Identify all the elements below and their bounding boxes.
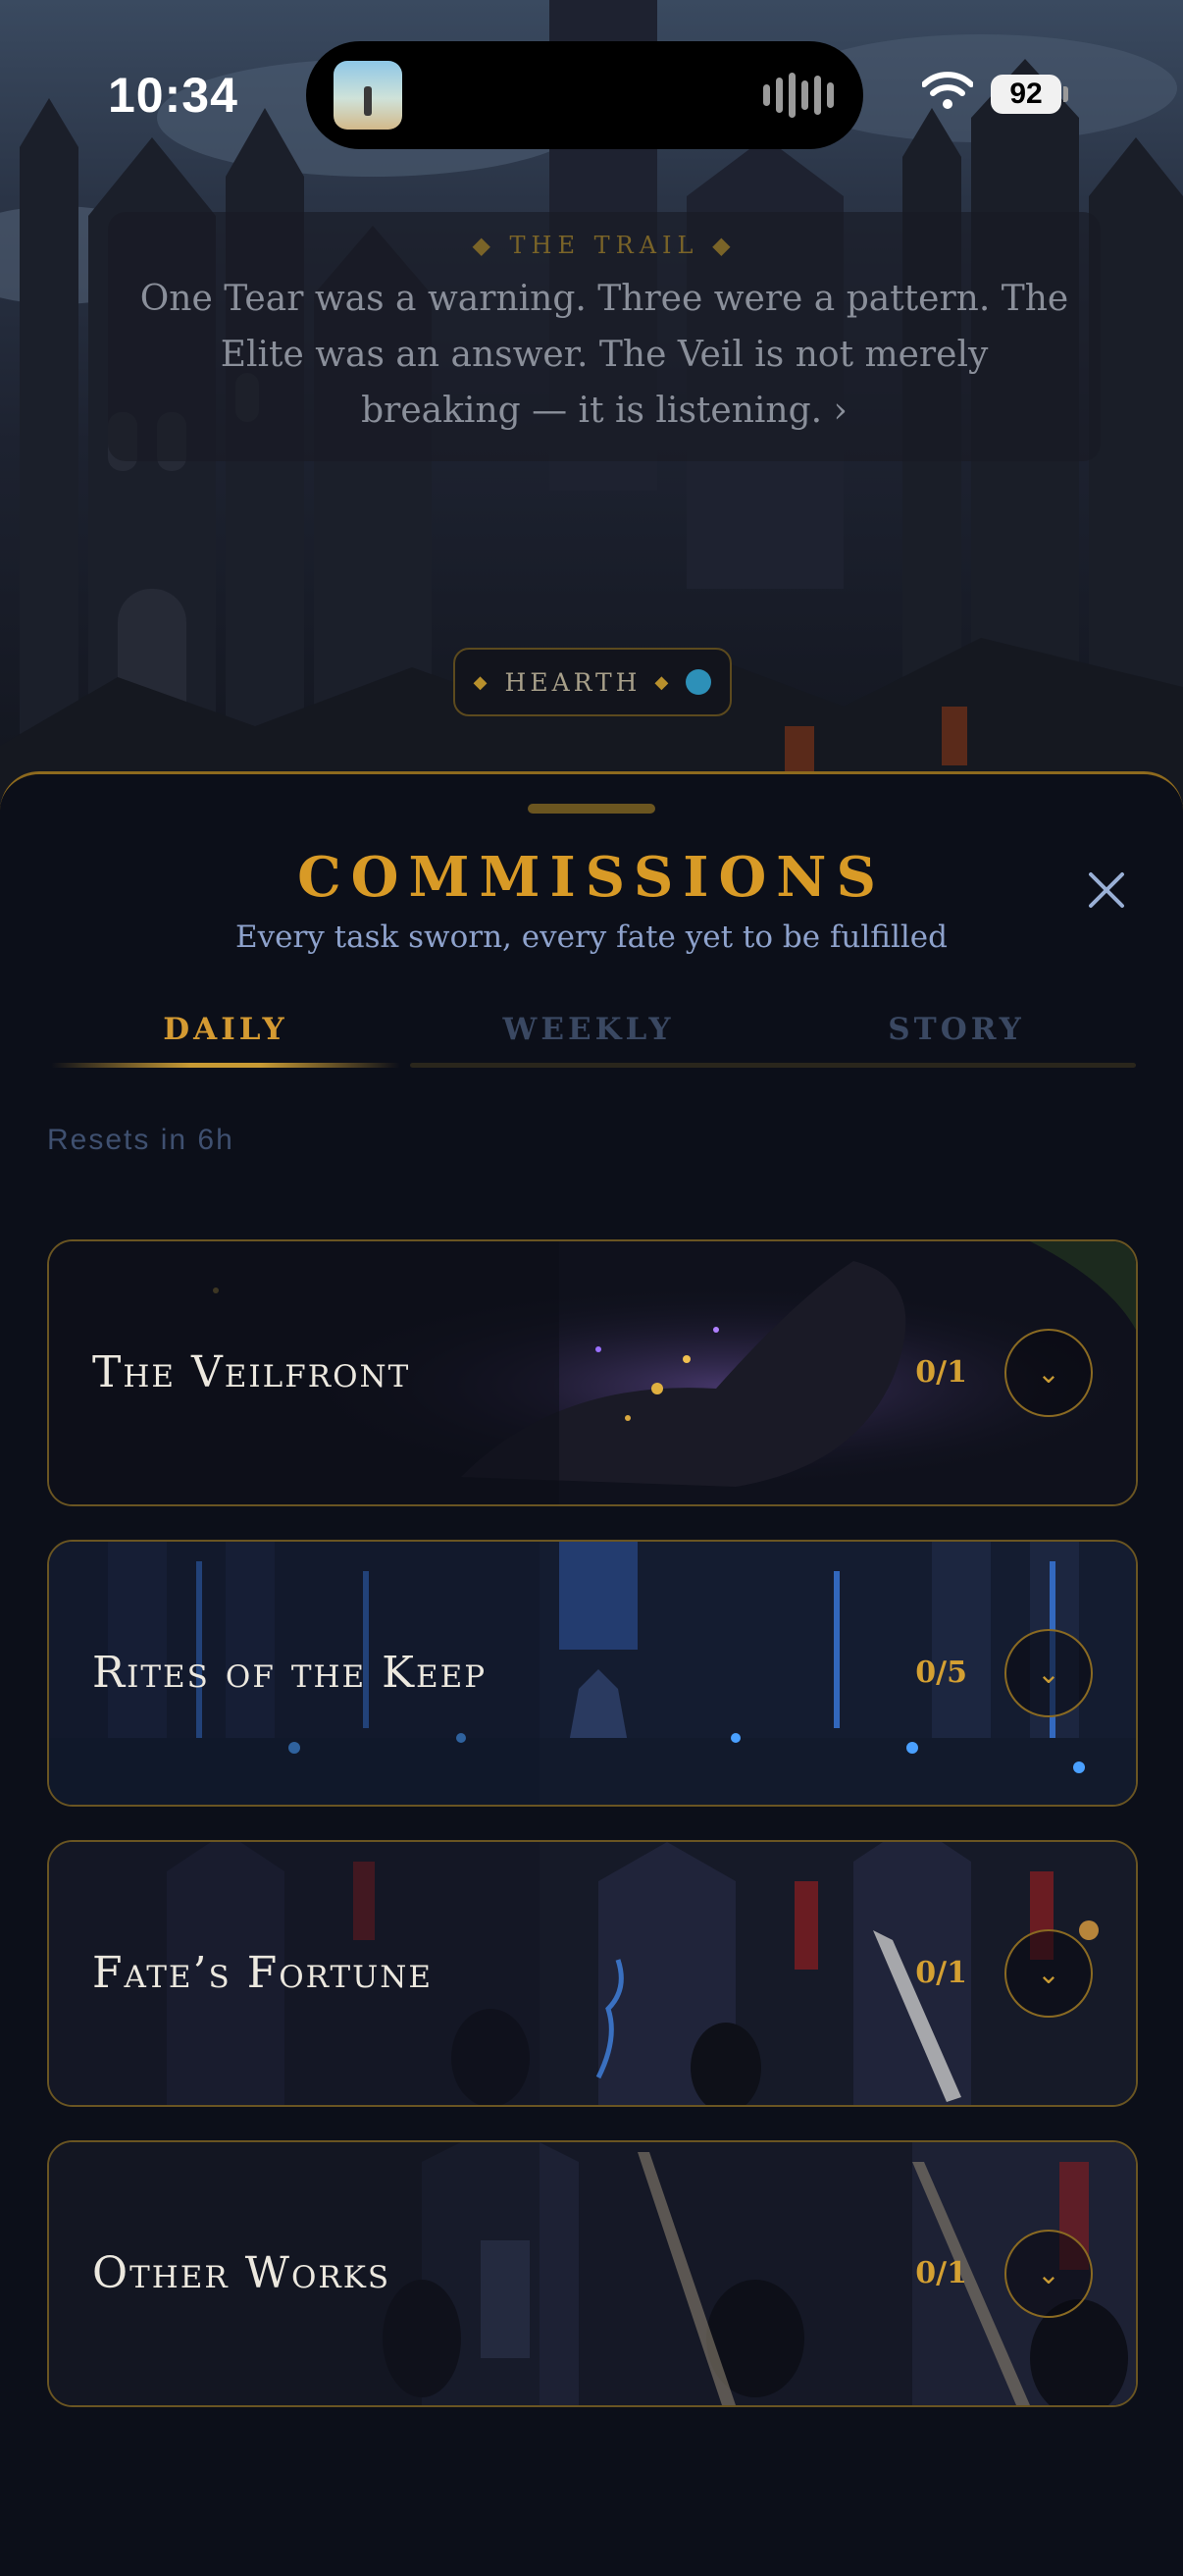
card-title: Rites of the Keep <box>92 1648 488 1698</box>
tab-story[interactable]: STORY <box>777 1000 1136 1059</box>
trail-text: One Tear was a warning. Three were a pat… <box>139 279 1069 431</box>
card-title: The Veilfront <box>92 1347 411 1397</box>
commission-card-veilfront[interactable]: The Veilfront 0/1 ⌄ <box>47 1239 1138 1506</box>
commissions-sheet: COMMISSIONS Every task sworn, every fate… <box>0 771 1183 2576</box>
dynamic-island[interactable] <box>306 41 863 149</box>
tab-daily-underline <box>51 1063 400 1068</box>
diamond-icon: ◆ <box>654 671 673 693</box>
tab-weekly[interactable]: WEEKLY <box>414 1000 763 1059</box>
reset-timer: Resets in 6h <box>47 1124 234 1156</box>
battery-nub <box>1063 86 1068 102</box>
audio-waveform-icon <box>763 73 834 118</box>
wifi-icon <box>922 72 973 109</box>
commission-card-rites-of-the-keep[interactable]: Rites of the Keep 0/5 ⌄ <box>47 1540 1138 1807</box>
card-title: Fate’s Fortune <box>92 1948 434 1998</box>
trail-panel[interactable]: ◆ THE TRAIL ◆ One Tear was a warning. Th… <box>108 212 1101 461</box>
card-progress: 0/1 <box>915 1355 967 1390</box>
card-progress: 0/5 <box>915 1656 967 1690</box>
card-title: Other Works <box>92 2248 391 2298</box>
close-icon[interactable] <box>1077 861 1136 920</box>
commission-card-other-works[interactable]: Other Works 0/1 ⌄ <box>47 2140 1138 2407</box>
sheet-title: COMMISSIONS <box>297 845 886 910</box>
tab-daily[interactable]: DAILY <box>51 1000 400 1059</box>
tab-underline-track <box>410 1063 1136 1068</box>
sheet-subtitle: Every task sworn, every fate yet to be f… <box>234 920 948 955</box>
hearth-chip[interactable]: ◆ HEARTH ◆ <box>453 648 732 716</box>
hearth-status-dot <box>686 669 712 695</box>
chevron-down-icon[interactable]: ⌄ <box>1004 1629 1093 1717</box>
sheet-drag-handle[interactable] <box>528 804 655 814</box>
hearth-label: HEARTH <box>504 667 642 697</box>
commission-card-fates-fortune[interactable]: Fate’s Fortune 0/1 ⌄ <box>47 1840 1138 2107</box>
now-playing-artwork <box>334 61 402 130</box>
tab-bar: DAILY WEEKLY STORY <box>51 1000 1136 1068</box>
status-time: 10:34 <box>108 68 238 123</box>
chevron-down-icon[interactable]: ⌄ <box>1004 2230 1093 2318</box>
diamond-icon: ◆ <box>473 671 491 693</box>
card-progress: 0/1 <box>915 1956 967 1990</box>
chevron-down-icon[interactable]: ⌄ <box>1004 1929 1093 2018</box>
trail-label: ◆ THE TRAIL ◆ <box>472 232 737 259</box>
card-progress: 0/1 <box>915 2256 967 2290</box>
battery-indicator: 92 <box>991 75 1061 114</box>
chevron-down-icon[interactable]: ⌄ <box>1004 1329 1093 1417</box>
